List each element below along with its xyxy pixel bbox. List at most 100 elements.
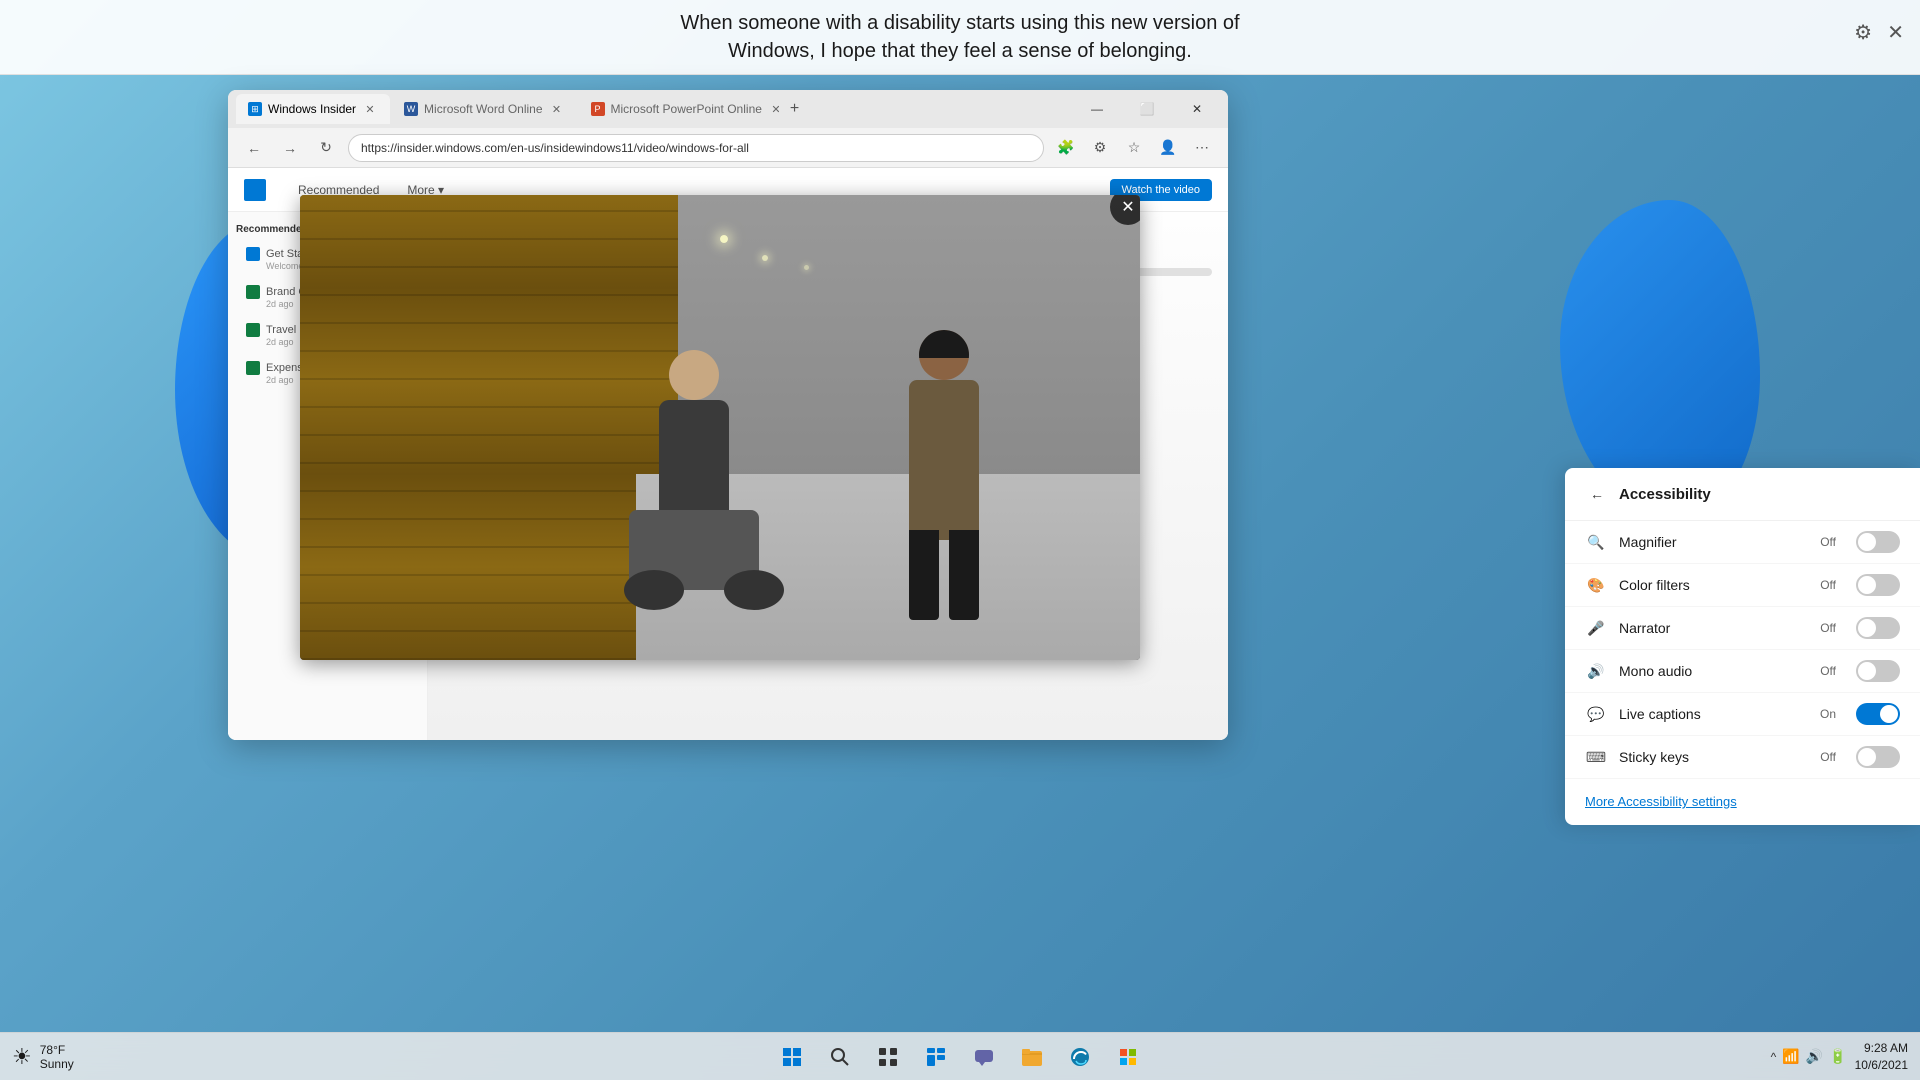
widgets-button[interactable] xyxy=(914,1035,958,1079)
quote-bar: When someone with a disability starts us… xyxy=(0,0,1920,75)
expense-worksheet-icon xyxy=(246,361,260,375)
tab-windows-insider[interactable]: ⊞ Windows Insider ✕ xyxy=(236,94,390,124)
video-overlay: ✕ xyxy=(300,195,1140,660)
narrator-toggle-knob xyxy=(1858,619,1876,637)
get-started-icon xyxy=(246,247,260,261)
person-head xyxy=(669,350,719,400)
forward-button[interactable]: → xyxy=(276,134,304,162)
wheelchair-wheel-left xyxy=(624,570,684,610)
tab-close-word[interactable]: ✕ xyxy=(549,101,565,117)
quote-text: When someone with a disability starts us… xyxy=(680,9,1239,65)
tab-word-online[interactable]: W Microsoft Word Online ✕ xyxy=(392,94,576,124)
tab-powerpoint-online[interactable]: P Microsoft PowerPoint Online ✕ xyxy=(579,94,779,124)
file-explorer-button[interactable] xyxy=(1010,1035,1054,1079)
settings-icon[interactable]: ⚙ xyxy=(1854,20,1872,45)
panel-item-live-captions[interactable]: 💬 Live captions On xyxy=(1565,693,1920,736)
tab-close-ppt[interactable]: ✕ xyxy=(768,101,779,117)
tab-close-windows-insider[interactable]: ✕ xyxy=(362,101,378,117)
hallway-light-2 xyxy=(762,255,768,261)
window-controls: — ⬜ ✕ xyxy=(1074,94,1220,124)
narrator-toggle[interactable] xyxy=(1856,617,1900,639)
url-input[interactable]: https://insider.windows.com/en-us/inside… xyxy=(348,134,1044,162)
clock-date: 10/6/2021 xyxy=(1855,1057,1908,1074)
magnifier-status: Off xyxy=(1820,535,1836,549)
live-captions-toggle[interactable] xyxy=(1856,703,1900,725)
edge-icon xyxy=(1070,1047,1090,1067)
quote-line-1: When someone with a disability starts us… xyxy=(680,12,1239,34)
quote-line-2: Windows, I hope that they feel a sense o… xyxy=(728,40,1192,62)
video-scene xyxy=(300,195,1140,660)
sticky-keys-status: Off xyxy=(1820,750,1836,764)
battery-icon[interactable]: 🔋 xyxy=(1829,1048,1846,1065)
system-clock[interactable]: 9:28 AM 10/6/2021 xyxy=(1855,1040,1908,1074)
minimize-button[interactable]: — xyxy=(1074,94,1120,124)
magnifier-toggle[interactable] xyxy=(1856,531,1900,553)
live-captions-status: On xyxy=(1820,707,1836,721)
sticky-keys-toggle-knob xyxy=(1858,748,1876,766)
narrator-icon: 🎤 xyxy=(1585,617,1607,639)
more-tools-icon[interactable]: ⋯ xyxy=(1188,134,1216,162)
collections-icon[interactable]: ☆ xyxy=(1120,134,1148,162)
profile-icon[interactable]: 👤 xyxy=(1154,134,1182,162)
color-filters-status: Off xyxy=(1820,578,1836,592)
close-quote-button[interactable]: ✕ xyxy=(1887,20,1904,45)
panel-item-mono-audio[interactable]: 🔊 Mono audio Off xyxy=(1565,650,1920,693)
color-filters-icon: 🎨 xyxy=(1585,574,1607,596)
back-button[interactable]: ← xyxy=(240,134,268,162)
task-view-button[interactable] xyxy=(866,1035,910,1079)
standing-body xyxy=(909,380,979,540)
panel-header: ← Accessibility xyxy=(1565,468,1920,521)
store-button[interactable] xyxy=(1106,1035,1150,1079)
taskbar-right: ^ 📶 🔊 🔋 9:28 AM 10/6/2021 xyxy=(1771,1040,1908,1074)
widgets-icon xyxy=(926,1047,946,1067)
search-button[interactable] xyxy=(818,1035,862,1079)
volume-icon[interactable]: 🔊 xyxy=(1806,1048,1823,1065)
more-accessibility-settings-link[interactable]: More Accessibility settings xyxy=(1585,794,1737,809)
panel-footer[interactable]: More Accessibility settings xyxy=(1565,779,1920,825)
leg-right xyxy=(949,530,979,620)
close-button[interactable]: ✕ xyxy=(1174,94,1220,124)
panel-item-sticky-keys[interactable]: ⌨ Sticky keys Off xyxy=(1565,736,1920,779)
taskbar-left: ☀ 78°F Sunny xyxy=(12,1043,74,1071)
tab-favicon-word: W xyxy=(404,102,418,116)
panel-title: Accessibility xyxy=(1619,486,1711,503)
taskbar: ☀ 78°F Sunny xyxy=(0,1032,1920,1080)
windows-logo xyxy=(244,179,266,201)
magnifier-icon: 🔍 xyxy=(1585,531,1607,553)
settings-browser-icon[interactable]: ⚙ xyxy=(1086,134,1114,162)
sticky-keys-icon: ⌨ xyxy=(1585,746,1607,768)
panel-item-magnifier[interactable]: 🔍 Magnifier Off xyxy=(1565,521,1920,564)
maximize-button[interactable]: ⬜ xyxy=(1124,94,1170,124)
panel-back-button[interactable]: ← xyxy=(1585,482,1609,506)
color-filters-toggle-knob xyxy=(1858,576,1876,594)
chat-icon xyxy=(974,1047,994,1067)
tab-label-windows-insider: Windows Insider xyxy=(268,102,356,116)
new-tab-button[interactable]: + xyxy=(781,95,809,123)
edge-button[interactable] xyxy=(1058,1035,1102,1079)
tab-bar: ⊞ Windows Insider ✕ W Microsoft Word Onl… xyxy=(236,90,1070,128)
narrator-status: Off xyxy=(1820,621,1836,635)
tab-favicon-ppt: P xyxy=(591,102,605,116)
extensions-icon[interactable]: 🧩 xyxy=(1052,134,1080,162)
hallway-light-1 xyxy=(720,235,728,243)
magnifier-toggle-knob xyxy=(1858,533,1876,551)
tab-label-word: Microsoft Word Online xyxy=(424,102,542,116)
refresh-button[interactable]: ↻ xyxy=(312,134,340,162)
narrator-label: Narrator xyxy=(1619,620,1808,636)
mono-audio-icon: 🔊 xyxy=(1585,660,1607,682)
weather-widget[interactable]: ☀ 78°F Sunny xyxy=(12,1043,74,1071)
mono-audio-toggle[interactable] xyxy=(1856,660,1900,682)
address-bar: ← → ↻ https://insider.windows.com/en-us/… xyxy=(228,128,1228,168)
task-view-icon xyxy=(878,1047,898,1067)
panel-item-color-filters[interactable]: 🎨 Color filters Off xyxy=(1565,564,1920,607)
show-hidden-icons[interactable]: ^ xyxy=(1771,1050,1777,1064)
live-captions-icon: 💬 xyxy=(1585,703,1607,725)
start-button[interactable] xyxy=(770,1035,814,1079)
chat-button[interactable] xyxy=(962,1035,1006,1079)
panel-item-narrator[interactable]: 🎤 Narrator Off xyxy=(1565,607,1920,650)
tab-favicon-windows-insider: ⊞ xyxy=(248,102,262,116)
wifi-icon[interactable]: 📶 xyxy=(1782,1048,1799,1065)
hair xyxy=(919,330,969,358)
sticky-keys-toggle[interactable] xyxy=(1856,746,1900,768)
color-filters-toggle[interactable] xyxy=(1856,574,1900,596)
